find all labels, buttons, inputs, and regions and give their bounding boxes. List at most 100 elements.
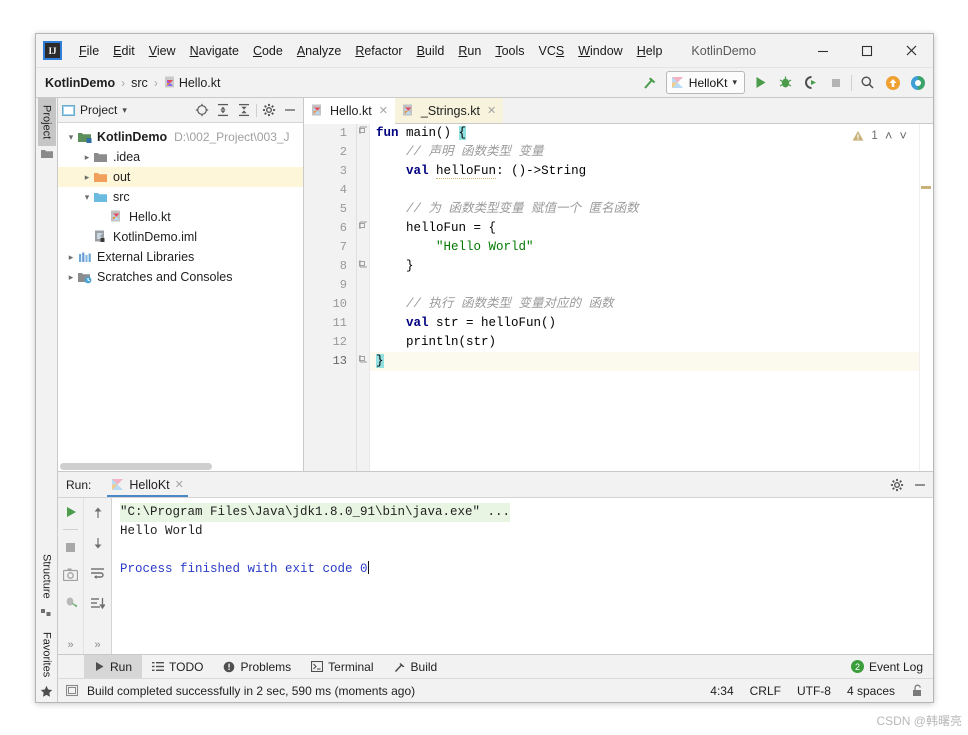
inspection-widget[interactable]: 1 ˄ ˅ [852,128,907,143]
debug-button[interactable] [776,73,795,92]
project-panel-title-group[interactable]: Project ▾ [62,103,127,117]
bottom-tab-build[interactable]: Build [384,655,448,678]
fold-marker[interactable] [357,124,369,143]
sidebar-tab-project[interactable]: Project [37,98,56,147]
menu-item-file[interactable]: File [72,41,106,61]
menu-item-run[interactable]: Run [451,41,488,61]
chevron-right-icon[interactable]: ▸ [64,252,78,263]
project-horizontal-scrollbar[interactable] [58,462,303,471]
event-log-widget[interactable]: 2 Event Log [850,660,923,674]
code-line[interactable]: } [370,352,919,371]
run-configuration-selector[interactable]: HelloKt ▾ [665,71,745,94]
tree-node-external-libraries[interactable]: ▸ External Libraries [58,247,303,267]
gear-icon[interactable] [260,101,278,119]
code-line[interactable]: } [370,257,919,276]
menu-item-window[interactable]: Window [571,41,629,61]
code-line[interactable]: "Hello World" [370,238,919,257]
tree-node-kotlindemo-iml[interactable]: KotlinDemo.iml [58,227,303,247]
editor-tab-hello-kt[interactable]: Hello.kt ✕ [304,98,395,124]
more-actions-icon[interactable]: » [67,639,73,654]
code-line[interactable]: val str = helloFun() [370,314,919,333]
hide-panel-icon[interactable] [281,101,299,119]
menu-item-analyze[interactable]: Analyze [290,41,348,61]
code-line[interactable]: fun main() { [370,124,919,143]
indent-setting[interactable]: 4 spaces [847,684,895,698]
scroll-up-icon[interactable] [88,503,107,522]
file-encoding[interactable]: UTF-8 [797,684,831,698]
next-highlight-icon[interactable]: ˅ [899,128,907,143]
editor-tab-strings-kt[interactable]: _Strings.kt ✕ [394,98,504,123]
print-sort-icon[interactable] [88,593,107,612]
previous-highlight-icon[interactable]: ˄ [885,128,893,143]
fold-marker[interactable] [357,352,369,371]
fold-marker[interactable] [357,257,369,276]
code-line[interactable]: helloFun = { [370,219,919,238]
maximize-button[interactable] [845,34,889,67]
code-line[interactable]: val helloFun: ()->String [370,162,919,181]
warning-marker[interactable] [921,186,931,189]
breadcrumb-project[interactable]: KotlinDemo [45,76,115,90]
run-button[interactable] [751,73,770,92]
scroll-down-icon[interactable] [88,533,107,552]
bottom-tab-run[interactable]: Run [84,655,143,678]
tree-node-kotlindemo[interactable]: ▾ KotlinDemo D:\002_Project\003_J [58,127,303,147]
close-icon[interactable]: ✕ [487,104,496,117]
screenshot-icon[interactable] [61,565,80,584]
chevron-right-icon[interactable]: ▸ [80,172,94,183]
menu-item-view[interactable]: View [142,41,183,61]
restore-layout-icon[interactable] [61,592,80,611]
tree-node-idea[interactable]: ▸ .idea [58,147,303,167]
close-icon[interactable]: ✕ [175,478,184,491]
code-folding-column[interactable] [357,124,370,471]
chevron-right-icon[interactable]: ▸ [80,152,94,163]
expand-all-icon[interactable] [214,101,232,119]
run-tab-hellokt[interactable]: HelloKt ✕ [105,472,190,497]
code-line[interactable] [370,276,919,295]
locate-file-icon[interactable] [193,101,211,119]
project-tree[interactable]: ▾ KotlinDemo D:\002_Project\003_J ▸ .idea ▸ ou… [58,123,303,471]
search-icon[interactable] [858,73,877,92]
more-actions-icon[interactable]: » [94,639,100,654]
console-output[interactable]: "C:\Program Files\Java\jdk1.8.0_91\bin\j… [112,498,933,654]
fold-marker[interactable] [357,219,369,238]
build-hammer-icon[interactable] [641,73,660,92]
tree-node-out[interactable]: ▸ out [58,167,303,187]
bottom-tab-todo[interactable]: TODO [142,655,213,678]
collapse-all-icon[interactable] [235,101,253,119]
chevron-down-icon[interactable]: ▾ [64,132,78,143]
menu-item-help[interactable]: Help [630,41,670,61]
bottom-tab-problems[interactable]: Problems [213,655,301,678]
minimize-button[interactable] [801,34,845,67]
bottom-tab-terminal[interactable]: Terminal [301,655,383,678]
gear-icon[interactable] [890,478,904,492]
code-line[interactable]: // 为 函数类型变量 赋值一个 匿名函数 [370,200,919,219]
sidebar-tab-favorites[interactable]: Favorites [39,626,55,683]
tree-node-src[interactable]: ▾ src [58,187,303,207]
close-button[interactable] [889,34,933,67]
run-with-coverage-button[interactable] [801,73,820,92]
editor-marker-scrollbar[interactable] [919,124,933,471]
rerun-button[interactable] [61,502,80,521]
breadcrumb-src[interactable]: src [131,76,148,90]
close-icon[interactable]: ✕ [379,104,388,117]
chevron-down-icon[interactable]: ▾ [80,192,94,203]
search-everywhere-icon[interactable] [908,73,927,92]
hide-panel-icon[interactable] [913,478,927,492]
caret-position[interactable]: 4:34 [710,684,733,698]
tree-node-scratches-and-consoles[interactable]: ▸ Scratches and Consoles [58,267,303,287]
menu-item-refactor[interactable]: Refactor [348,41,409,61]
chevron-right-icon[interactable]: ▸ [64,272,78,283]
memory-widget-icon[interactable] [66,684,79,697]
editor-gutter[interactable]: 1 2 3 4 5 6 7 8 9 10 11 12 13 [304,124,357,471]
tree-node-hello-kt[interactable]: Hello.kt [58,207,303,227]
menu-item-build[interactable]: Build [410,41,452,61]
menu-item-edit[interactable]: Edit [106,41,142,61]
update-project-icon[interactable] [883,73,902,92]
menu-item-code[interactable]: Code [246,41,290,61]
menu-item-navigate[interactable]: Navigate [183,41,246,61]
code-line[interactable] [370,181,919,200]
menu-item-tools[interactable]: Tools [488,41,531,61]
sidebar-tab-structure[interactable]: Structure [39,548,55,605]
line-separator[interactable]: CRLF [750,684,781,698]
code-text-area[interactable]: fun main() { // 声明 函数类型 变量 val helloFun:… [370,124,919,471]
